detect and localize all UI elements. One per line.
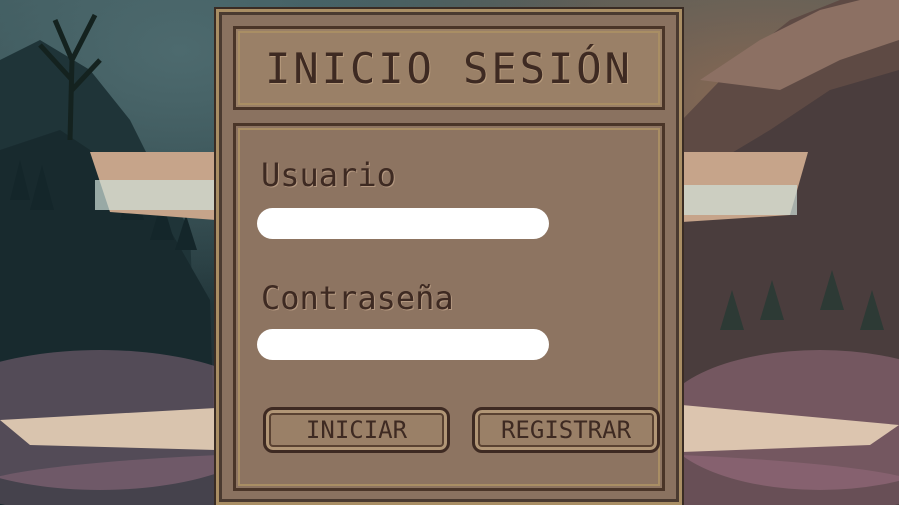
page-title: INICIO SESIÓN (265, 43, 633, 93)
login-button[interactable]: INICIAR (263, 407, 450, 453)
register-button[interactable]: REGISTRAR (472, 407, 660, 453)
username-label: Usuario (261, 156, 396, 194)
game-login-screen: INICIO SESIÓN Usuario Contraseña INICIAR… (0, 0, 899, 505)
title-box: INICIO SESIÓN (233, 26, 665, 110)
password-label: Contraseña (261, 279, 454, 317)
login-panel: INICIO SESIÓN Usuario Contraseña INICIAR… (216, 9, 682, 505)
login-form: Usuario Contraseña INICIAR REGISTRAR (233, 123, 665, 491)
username-input[interactable] (257, 208, 549, 239)
password-input[interactable] (257, 329, 549, 360)
